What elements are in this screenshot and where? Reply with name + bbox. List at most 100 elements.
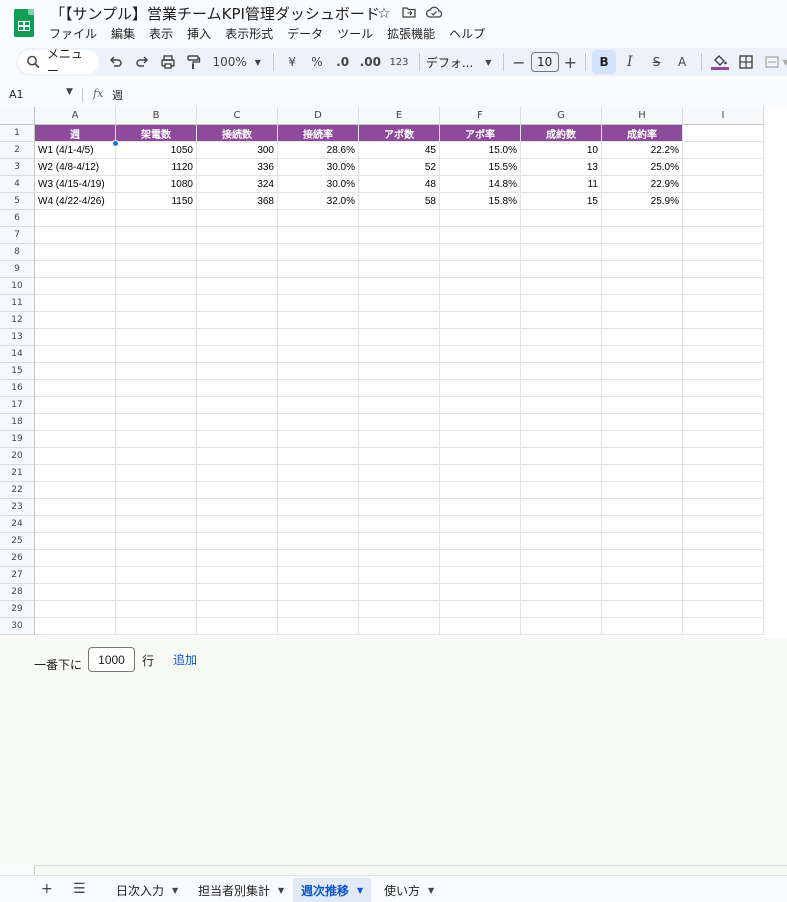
empty-cell[interactable] <box>278 261 359 278</box>
empty-cell[interactable] <box>521 312 602 329</box>
column-header[interactable]: I <box>683 107 764 125</box>
borders-icon[interactable] <box>732 50 760 74</box>
empty-cell[interactable] <box>278 448 359 465</box>
empty-cell[interactable] <box>521 448 602 465</box>
empty-cell[interactable] <box>683 278 764 295</box>
empty-cell[interactable] <box>359 414 440 431</box>
star-icon[interactable]: ☆ <box>375 4 393 22</box>
add-sheet-icon[interactable]: + <box>41 881 53 897</box>
empty-cell[interactable] <box>116 516 197 533</box>
empty-cell[interactable] <box>602 397 683 414</box>
table-cell[interactable]: W3 (4/15-4/19) <box>35 176 116 193</box>
table-cell[interactable]: 15.5% <box>440 159 521 176</box>
empty-cell[interactable] <box>197 295 278 312</box>
empty-cell[interactable] <box>359 397 440 414</box>
add-rows-button[interactable]: 追加 <box>173 651 197 668</box>
empty-cell[interactable] <box>197 431 278 448</box>
empty-cell[interactable] <box>440 550 521 567</box>
empty-cell[interactable] <box>521 601 602 618</box>
empty-cell[interactable] <box>602 312 683 329</box>
empty-cell[interactable] <box>359 482 440 499</box>
currency-format-button[interactable]: ¥ <box>280 50 304 74</box>
empty-cell[interactable] <box>278 465 359 482</box>
empty-cell[interactable] <box>602 567 683 584</box>
empty-cell[interactable] <box>683 176 764 193</box>
empty-cell[interactable] <box>116 329 197 346</box>
empty-cell[interactable] <box>683 346 764 363</box>
empty-cell[interactable] <box>35 312 116 329</box>
empty-cell[interactable] <box>116 482 197 499</box>
empty-cell[interactable] <box>35 380 116 397</box>
table-cell[interactable]: 32.0% <box>278 193 359 210</box>
table-cell[interactable]: 15.0% <box>440 142 521 159</box>
empty-cell[interactable] <box>359 346 440 363</box>
font-size-field[interactable]: 10 <box>528 50 562 74</box>
column-header[interactable]: F <box>440 107 521 125</box>
empty-cell[interactable] <box>440 363 521 380</box>
empty-cell[interactable] <box>278 516 359 533</box>
empty-cell[interactable] <box>602 601 683 618</box>
empty-cell[interactable] <box>683 465 764 482</box>
empty-cell[interactable] <box>602 295 683 312</box>
empty-cell[interactable] <box>35 465 116 482</box>
increase-font-size-button[interactable]: + <box>561 50 579 74</box>
empty-cell[interactable] <box>116 499 197 516</box>
row-header[interactable]: 24 <box>0 516 35 533</box>
empty-cell[interactable] <box>683 159 764 176</box>
empty-cell[interactable] <box>521 363 602 380</box>
empty-cell[interactable] <box>440 584 521 601</box>
table-cell[interactable]: W4 (4/22-4/26) <box>35 193 116 210</box>
search-menus-button[interactable]: メニュー <box>18 47 100 78</box>
table-cell[interactable]: W2 (4/8-4/12) <box>35 159 116 176</box>
table-cell[interactable]: 45 <box>359 142 440 159</box>
table-cell[interactable]: 14.8% <box>440 176 521 193</box>
empty-cell[interactable] <box>440 312 521 329</box>
empty-cell[interactable] <box>359 295 440 312</box>
empty-cell[interactable] <box>197 499 278 516</box>
empty-cell[interactable] <box>683 516 764 533</box>
empty-cell[interactable] <box>602 431 683 448</box>
sheet-tab-weekly-trend[interactable]: 週次推移 ▼ <box>293 878 372 902</box>
empty-cell[interactable] <box>116 227 197 244</box>
empty-cell[interactable] <box>197 550 278 567</box>
empty-cell[interactable] <box>278 227 359 244</box>
bold-button[interactable]: B <box>592 50 616 74</box>
empty-cell[interactable] <box>35 533 116 550</box>
increase-decimal-button[interactable]: .00 <box>355 50 385 74</box>
column-header[interactable]: A <box>35 107 116 125</box>
row-header[interactable]: 28 <box>0 584 35 601</box>
row-header[interactable]: 5 <box>0 193 35 210</box>
table-cell[interactable]: 30.0% <box>278 176 359 193</box>
formula-input[interactable]: 週 <box>112 87 123 103</box>
empty-cell[interactable] <box>683 482 764 499</box>
empty-cell[interactable] <box>440 329 521 346</box>
empty-cell[interactable] <box>116 397 197 414</box>
empty-cell[interactable] <box>521 278 602 295</box>
row-header[interactable]: 20 <box>0 448 35 465</box>
empty-cell[interactable] <box>116 601 197 618</box>
empty-cell[interactable] <box>278 244 359 261</box>
menu-format[interactable]: 表示形式 <box>218 25 280 42</box>
empty-cell[interactable] <box>521 244 602 261</box>
empty-cell[interactable] <box>359 431 440 448</box>
empty-cell[interactable] <box>278 363 359 380</box>
table-header-cell[interactable]: 週 <box>35 125 116 142</box>
empty-cell[interactable] <box>683 142 764 159</box>
table-cell[interactable]: 22.2% <box>602 142 683 159</box>
sheet-tab-by-rep[interactable]: 担当者別集計 ▼ <box>190 878 292 902</box>
row-header[interactable]: 22 <box>0 482 35 499</box>
table-cell[interactable]: 11 <box>521 176 602 193</box>
empty-cell[interactable] <box>35 210 116 227</box>
empty-cell[interactable] <box>35 295 116 312</box>
empty-cell[interactable] <box>602 533 683 550</box>
empty-cell[interactable] <box>35 601 116 618</box>
table-cell[interactable]: 30.0% <box>278 159 359 176</box>
empty-cell[interactable] <box>521 414 602 431</box>
empty-cell[interactable] <box>440 261 521 278</box>
empty-cell[interactable] <box>359 499 440 516</box>
empty-cell[interactable] <box>35 584 116 601</box>
empty-cell[interactable] <box>359 550 440 567</box>
empty-cell[interactable] <box>197 465 278 482</box>
empty-cell[interactable] <box>683 533 764 550</box>
empty-cell[interactable] <box>440 516 521 533</box>
